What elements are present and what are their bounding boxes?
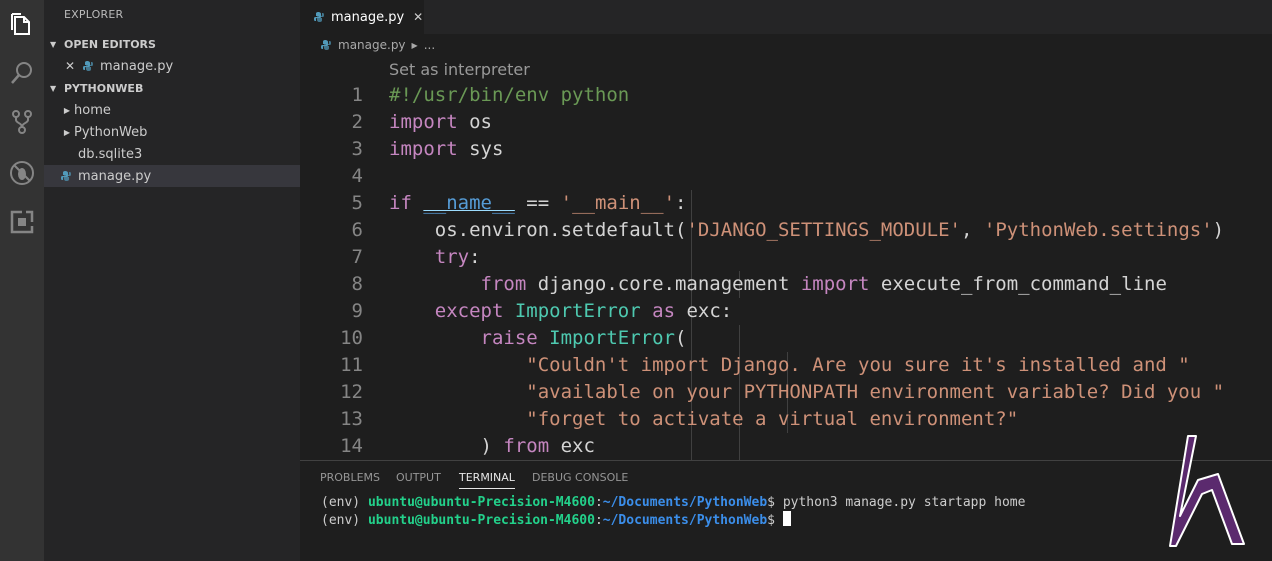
open-editors-label: OPEN EDITORS bbox=[64, 37, 156, 51]
bottom-panel: PROBLEMS OUTPUT TERMINAL DEBUG CONSOLE (… bbox=[300, 460, 1272, 561]
workspace-section[interactable]: ▼ PYTHONWEB bbox=[44, 77, 300, 99]
activity-bar bbox=[0, 0, 44, 561]
tree-item-db-sqlite3[interactable]: db.sqlite3 bbox=[44, 143, 300, 165]
code-line: 7 try: bbox=[351, 246, 481, 268]
tree-item-manage-py[interactable]: manage.py bbox=[44, 165, 300, 187]
close-icon[interactable]: ✕ bbox=[64, 59, 76, 73]
explorer-sidebar: EXPLORER ▼ OPEN EDITORS ✕ manage.py ▼ PY… bbox=[44, 0, 300, 561]
watermark-logo bbox=[1169, 435, 1245, 547]
tree-item-label: db.sqlite3 bbox=[78, 146, 143, 162]
code-editor[interactable]: 1 #!/usr/bin/env python 2 import os 3 impor… bbox=[300, 82, 1272, 460]
code-line: 2 import os bbox=[351, 111, 492, 133]
chevron-down-icon: ▼ bbox=[50, 39, 57, 49]
tree-item-pythonweb[interactable]: ▶ PythonWeb bbox=[44, 121, 300, 143]
tab-problems[interactable]: PROBLEMS bbox=[320, 471, 380, 489]
code-line: 8 from django.core.management import exe… bbox=[351, 273, 1167, 295]
open-editors-section[interactable]: ▼ OPEN EDITORS bbox=[44, 33, 300, 55]
close-icon[interactable]: ✕ bbox=[413, 10, 423, 24]
code-line: 12 "available on your PYTHONPATH environ… bbox=[340, 381, 1225, 403]
code-line: 5 if __name__ == '__main__': bbox=[351, 192, 687, 214]
debug-icon[interactable] bbox=[6, 157, 38, 189]
python-file-icon bbox=[321, 40, 331, 50]
breadcrumb-more[interactable]: ... bbox=[424, 38, 435, 52]
code-line: 10 raise ImportError( bbox=[340, 327, 687, 349]
tab-output[interactable]: OUTPUT bbox=[396, 471, 441, 489]
tree-item-label: home bbox=[74, 102, 111, 118]
code-line: 13 "forget to activate a virtual environ… bbox=[340, 408, 1019, 430]
terminal-cursor bbox=[782, 511, 791, 526]
tab-label: manage.py bbox=[331, 9, 405, 25]
code-line: 11 "Couldn't import Django. Are you sure… bbox=[340, 354, 1190, 376]
chevron-right-icon: ▶ bbox=[411, 40, 418, 50]
code-line: 3 import sys bbox=[351, 138, 504, 160]
tree-item-label: PythonWeb bbox=[74, 124, 148, 140]
tree-item-label: manage.py bbox=[78, 168, 152, 184]
terminal-line[interactable]: (env) ubuntu@ubuntu-Precision-M4600:~/Do… bbox=[321, 494, 1025, 511]
source-control-icon[interactable] bbox=[6, 106, 38, 138]
python-file-icon bbox=[314, 12, 324, 22]
chevron-right-icon: ▶ bbox=[63, 127, 71, 137]
codelens-set-interpreter[interactable]: Set as interpreter bbox=[389, 60, 530, 79]
python-file-icon bbox=[83, 61, 93, 71]
tab-manage-py[interactable]: manage.py ✕ bbox=[300, 0, 424, 34]
tab-terminal[interactable]: TERMINAL bbox=[459, 471, 515, 489]
python-file-icon bbox=[61, 171, 71, 181]
tab-debug-console[interactable]: DEBUG CONSOLE bbox=[532, 471, 628, 489]
chevron-right-icon: ▶ bbox=[63, 105, 71, 115]
breadcrumb: manage.py ▶ ... bbox=[300, 34, 1272, 56]
open-editor-item[interactable]: ✕ manage.py bbox=[44, 55, 300, 77]
search-icon[interactable] bbox=[6, 57, 38, 89]
terminal-prompt-line[interactable]: (env) ubuntu@ubuntu-Precision-M4600:~/Do… bbox=[321, 511, 791, 529]
tree-item-home[interactable]: ▶ home bbox=[44, 99, 300, 121]
code-line: 14 ) from exc bbox=[340, 435, 595, 457]
breadcrumb-file[interactable]: manage.py bbox=[338, 38, 406, 52]
explorer-icon[interactable] bbox=[6, 8, 38, 40]
code-line: 9 except ImportError as exc: bbox=[351, 300, 733, 322]
editor-tab-bar: manage.py ✕ bbox=[300, 0, 1272, 34]
code-line: 6 os.environ.setdefault('DJANGO_SETTINGS… bbox=[351, 219, 1225, 241]
code-line: 1 #!/usr/bin/env python bbox=[351, 84, 630, 106]
extensions-icon[interactable] bbox=[6, 206, 38, 238]
chevron-down-icon: ▼ bbox=[50, 83, 57, 93]
open-editor-label: manage.py bbox=[100, 58, 174, 74]
workspace-label: PYTHONWEB bbox=[64, 81, 144, 95]
code-line: 4 bbox=[351, 165, 363, 187]
sidebar-title: EXPLORER bbox=[64, 8, 124, 21]
